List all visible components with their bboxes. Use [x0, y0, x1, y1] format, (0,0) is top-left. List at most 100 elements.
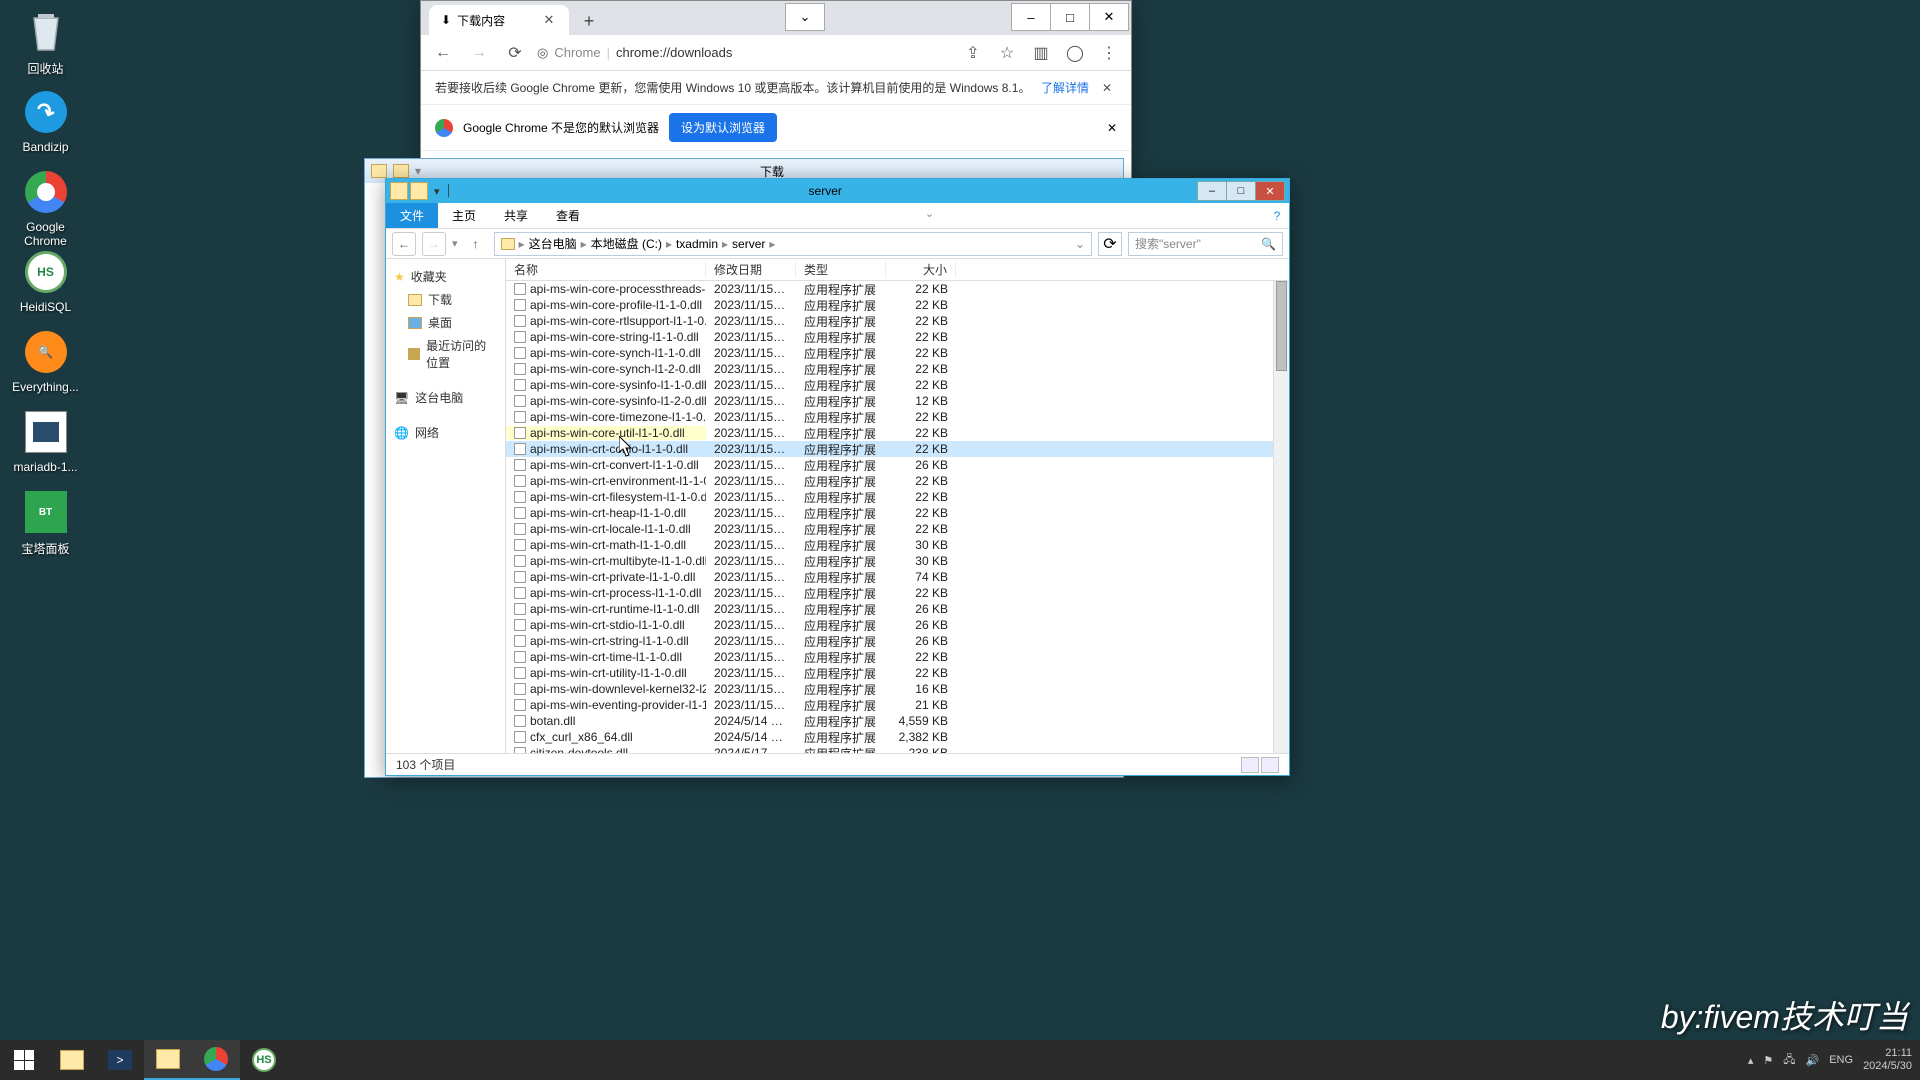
help-icon[interactable]: ? [1265, 203, 1289, 228]
desktop-icon-heidisql[interactable]: HSHeidiSQL [8, 248, 83, 314]
file-row[interactable]: api-ms-win-crt-runtime-l1-1-0.dll2023/11… [506, 601, 1289, 617]
forward-button[interactable]: → [465, 39, 493, 67]
desktop-icon-mariadb[interactable]: mariadb-1... [8, 408, 83, 474]
share-icon[interactable]: ⇪ [959, 39, 987, 67]
tray-flag-icon[interactable]: ⚑ [1763, 1054, 1773, 1067]
desktop-icon-bandizip[interactable]: ↷Bandizip [8, 88, 83, 154]
tab-file[interactable]: 文件 [386, 203, 438, 228]
file-row[interactable]: api-ms-win-crt-heap-l1-1-0.dll2023/11/15… [506, 505, 1289, 521]
site-info-icon[interactable]: ◎ [537, 45, 548, 61]
taskbar-chrome[interactable] [192, 1040, 240, 1080]
new-tab-button[interactable]: + [575, 7, 603, 35]
sidebar-item-desktop[interactable]: 桌面 [386, 311, 505, 334]
desktop-icon-google-chrome[interactable]: Google Chrome [8, 168, 83, 248]
clock[interactable]: 21:11 2024/5/30 [1863, 1047, 1912, 1073]
crumb[interactable]: 本地磁盘 (C:) [591, 235, 662, 252]
chrome-tab-downloads[interactable]: ⬇ 下载内容 ✕ [429, 5, 569, 35]
crumb[interactable]: 这台电脑 [529, 235, 577, 252]
file-row[interactable]: api-ms-win-crt-stdio-l1-1-0.dll2023/11/1… [506, 617, 1289, 633]
bookmark-icon[interactable]: ☆ [993, 39, 1021, 67]
forward-button[interactable]: → [422, 232, 446, 256]
back-button[interactable]: ← [392, 232, 416, 256]
file-row[interactable]: api-ms-win-core-string-l1-1-0.dll2023/11… [506, 329, 1289, 345]
refresh-button[interactable]: ⟳ [1098, 232, 1122, 256]
close-icon[interactable]: ✕ [1097, 81, 1117, 95]
file-row[interactable]: api-ms-win-crt-math-l1-1-0.dll2023/11/15… [506, 537, 1289, 553]
back-button[interactable]: ← [429, 39, 457, 67]
file-row[interactable]: citizen-devtools.dll2024/5/17 22:32应用程序扩… [506, 745, 1289, 753]
file-row[interactable]: api-ms-win-crt-filesystem-l1-1-0.dll2023… [506, 489, 1289, 505]
scrollbar-vertical[interactable] [1273, 281, 1289, 753]
file-row[interactable]: api-ms-win-core-profile-l1-1-0.dll2023/1… [506, 297, 1289, 313]
maximize-button[interactable]: □ [1226, 181, 1256, 201]
minimize-button[interactable]: – [1011, 3, 1051, 31]
start-button[interactable] [0, 1040, 48, 1080]
taskbar-powershell[interactable]: > [96, 1040, 144, 1080]
scrollbar-thumb[interactable] [1276, 281, 1287, 371]
crumb[interactable]: txadmin [676, 237, 718, 251]
menu-icon[interactable]: ⋮ [1095, 39, 1123, 67]
tab-home[interactable]: 主页 [438, 203, 490, 228]
tab-share[interactable]: 共享 [490, 203, 542, 228]
file-row[interactable]: api-ms-win-core-sysinfo-l1-1-0.dll2023/1… [506, 377, 1289, 393]
sidebar-computer[interactable]: 🖥这台电脑 [386, 386, 505, 409]
close-button[interactable]: ✕ [1089, 3, 1129, 31]
file-row[interactable]: api-ms-win-crt-multibyte-l1-1-0.dll2023/… [506, 553, 1289, 569]
profile-icon[interactable]: ◯ [1061, 39, 1089, 67]
file-row[interactable]: api-ms-win-core-rtlsupport-l1-1-0.dll202… [506, 313, 1289, 329]
file-row[interactable]: api-ms-win-crt-string-l1-1-0.dll2023/11/… [506, 633, 1289, 649]
file-row[interactable]: api-ms-win-core-synch-l1-2-0.dll2023/11/… [506, 361, 1289, 377]
search-box[interactable]: 搜索"server" 🔍 [1128, 232, 1283, 256]
file-row[interactable]: api-ms-win-crt-time-l1-1-0.dll2023/11/15… [506, 649, 1289, 665]
file-row[interactable]: api-ms-win-crt-private-l1-1-0.dll2023/11… [506, 569, 1289, 585]
taskbar-file-explorer-open[interactable] [144, 1040, 192, 1080]
file-list[interactable]: api-ms-win-core-processthreads-l1-1...20… [506, 281, 1289, 753]
desktop-icon-btpanel[interactable]: BT宝塔面板 [8, 488, 83, 557]
tray-volume-icon[interactable]: 🔊 [1806, 1054, 1820, 1067]
reload-button[interactable]: ⟳ [501, 39, 529, 67]
set-default-button[interactable]: 设为默认浏览器 [669, 113, 777, 142]
file-row[interactable]: api-ms-win-core-util-l1-1-0.dll2023/11/1… [506, 425, 1289, 441]
col-header-type[interactable]: 类型 [796, 261, 886, 278]
file-row[interactable]: api-ms-win-crt-conio-l1-1-0.dll2023/11/1… [506, 441, 1289, 457]
tray-network-icon[interactable]: 🖧 [1783, 1051, 1795, 1070]
learn-more-link[interactable]: 了解详情 [1041, 79, 1089, 96]
sidebar-network[interactable]: 🌐网络 [386, 421, 505, 444]
file-row[interactable]: api-ms-win-core-synch-l1-1-0.dll2023/11/… [506, 345, 1289, 361]
maximize-button[interactable]: □ [1050, 3, 1090, 31]
sidepanel-icon[interactable]: ▥ [1027, 39, 1055, 67]
close-button[interactable]: ✕ [1255, 181, 1285, 201]
col-header-name[interactable]: 名称 [506, 261, 706, 278]
file-row[interactable]: api-ms-win-crt-environment-l1-1-0.dll202… [506, 473, 1289, 489]
file-row[interactable]: api-ms-win-core-timezone-l1-1-0.dll2023/… [506, 409, 1289, 425]
col-header-date[interactable]: 修改日期 [706, 261, 796, 278]
file-row[interactable]: api-ms-win-crt-utility-l1-1-0.dll2023/11… [506, 665, 1289, 681]
sidebar-item-recent[interactable]: 最近访问的位置 [386, 334, 505, 374]
file-row[interactable]: api-ms-win-downlevel-kernel32-l2-1-...20… [506, 681, 1289, 697]
col-header-size[interactable]: 大小 [886, 261, 956, 278]
close-icon[interactable]: ✕ [1107, 121, 1117, 135]
crumb[interactable]: server [732, 237, 765, 251]
desktop-icon-everything[interactable]: 🔍Everything... [8, 328, 83, 394]
file-row[interactable]: botan.dll2024/5/14 18:27应用程序扩展4,559 KB [506, 713, 1289, 729]
tab-view[interactable]: 查看 [542, 203, 594, 228]
sidebar-favorites[interactable]: ★收藏夹 [386, 265, 505, 288]
language-indicator[interactable]: ENG [1829, 1054, 1853, 1066]
sidebar-item-downloads[interactable]: 下载 [386, 288, 505, 311]
close-icon[interactable]: ✕ [541, 12, 557, 28]
taskbar-heidisql[interactable]: HS [240, 1040, 288, 1080]
view-details-icon[interactable] [1241, 757, 1259, 773]
taskbar-file-explorer[interactable] [48, 1040, 96, 1080]
desktop-icon-recycle-bin[interactable]: 回收站 [8, 8, 83, 77]
file-row[interactable]: api-ms-win-core-sysinfo-l1-2-0.dll2023/1… [506, 393, 1289, 409]
view-icons-icon[interactable] [1261, 757, 1279, 773]
chrome-caret-icon[interactable]: ⌄ [785, 3, 825, 31]
chrome-titlebar[interactable]: ⬇ 下载内容 ✕ + ⌄ – □ ✕ [421, 1, 1131, 35]
up-button[interactable]: ↑ [464, 232, 488, 256]
column-headers[interactable]: 名称 修改日期 类型 大小 [506, 259, 1289, 281]
breadcrumb[interactable]: ▸ 这台电脑▸ 本地磁盘 (C:)▸ txadmin▸ server▸ ⌄ [494, 232, 1092, 256]
file-row[interactable]: api-ms-win-eventing-provider-l1-1-0....2… [506, 697, 1289, 713]
file-row[interactable]: cfx_curl_x86_64.dll2024/5/14 18:33应用程序扩展… [506, 729, 1289, 745]
address-bar[interactable]: ◎ Chrome | chrome://downloads [537, 45, 951, 61]
minimize-button[interactable]: – [1197, 181, 1227, 201]
